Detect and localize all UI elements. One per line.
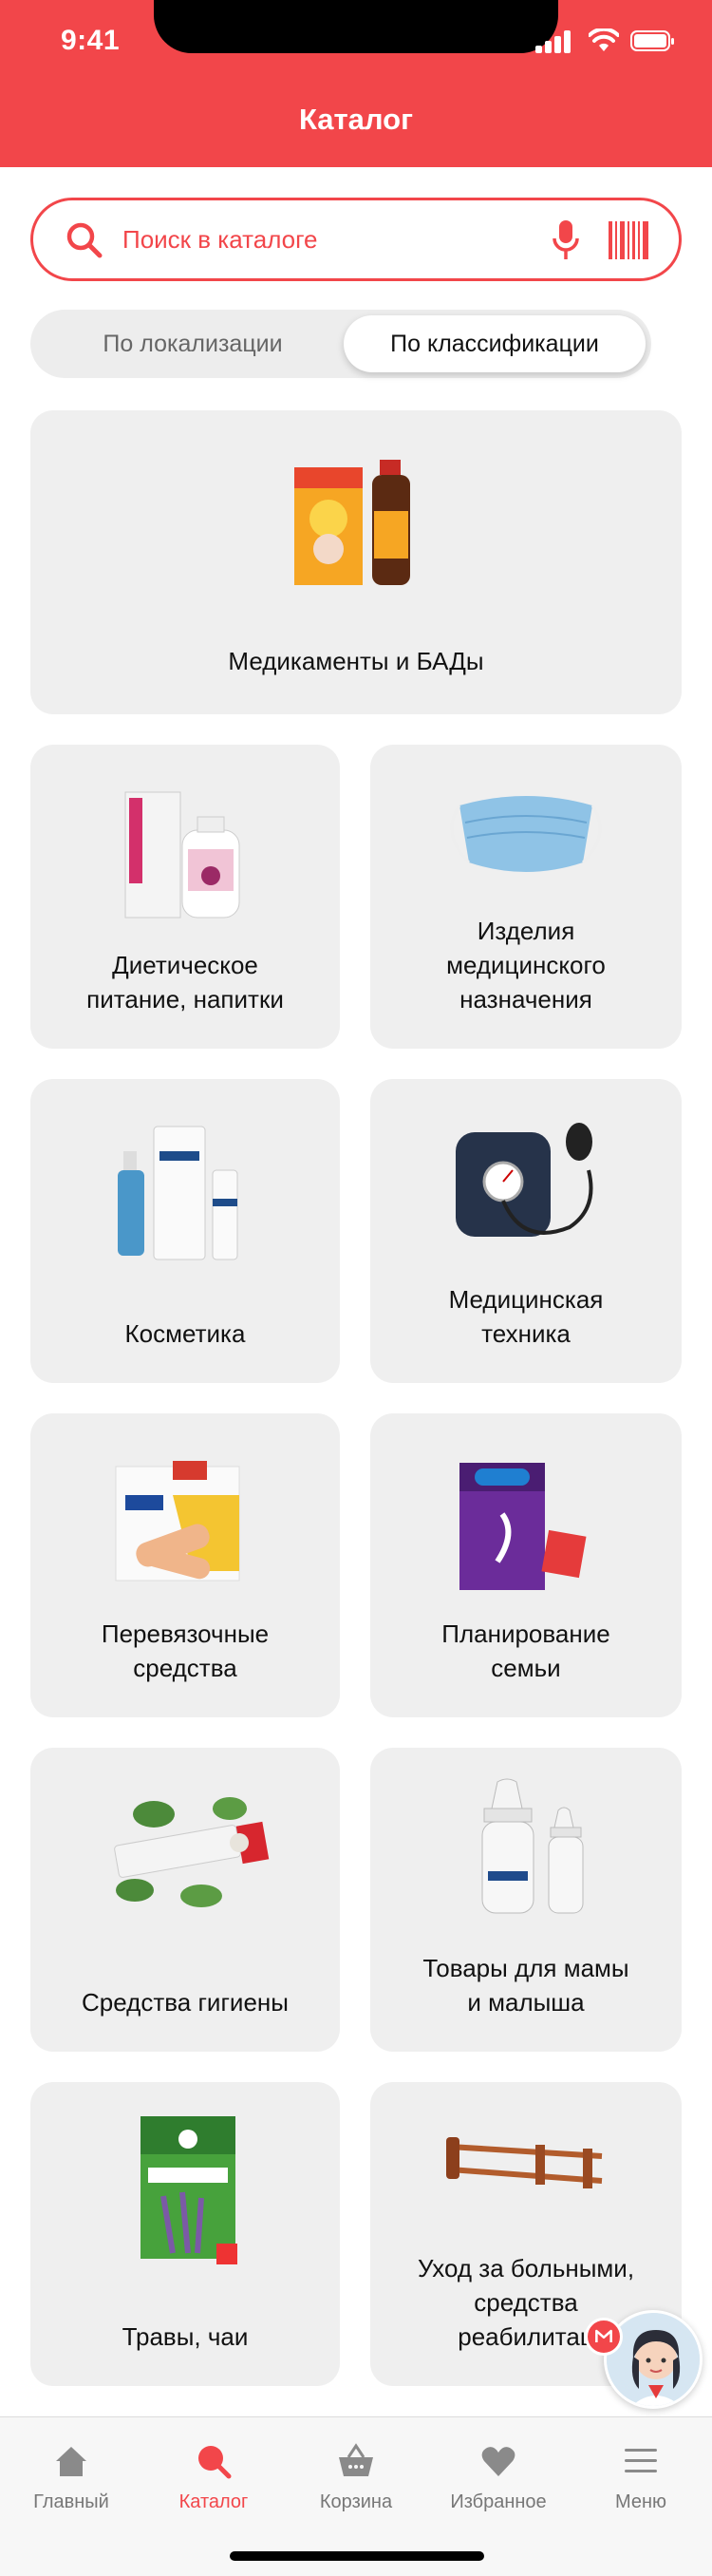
status-time: 9:41 [61,25,121,56]
menu-icon [625,2449,657,2472]
category-label: Изделия медицинского назначения [446,917,606,1013]
category-diet-nutrition[interactable]: Диетическое питание, напитки [30,745,340,1049]
category-family-planning[interactable]: Планирование семьи [370,1413,682,1717]
catalog-icon [198,2446,232,2479]
nav-favorites[interactable]: Избранное [427,2417,570,2531]
baby-bottle-image [481,1778,584,1914]
nav-catalog[interactable]: Каталог [142,2417,285,2531]
signal-icon [535,30,573,53]
category-dressings[interactable]: Перевязочные средства [30,1413,340,1717]
app-header: 9:41 Каталог [0,0,712,167]
category-medical-equipment[interactable]: Медицинская техника [370,1079,682,1383]
search-bar[interactable] [30,198,682,281]
battery-icon [630,30,674,51]
catalog-mode-switch: По локализации По классификации [30,310,651,378]
diet-drink-product-image [124,791,240,919]
basket-icon [339,2443,373,2476]
medicine-product-image [294,460,410,585]
assistant-avatar-icon [607,2313,700,2406]
category-label: Товары для мамы и малыша [422,1954,629,2017]
nav-home[interactable]: Главный [0,2417,142,2531]
nav-basket[interactable]: Корзина [285,2417,427,2531]
category-label: Средства гигиены [82,1988,289,2017]
category-hygiene[interactable]: Средства гигиены [30,1748,340,2052]
search-icon [66,222,103,258]
status-icons [535,28,678,55]
chat-badge-icon[interactable] [585,2318,623,2356]
category-label: Травы, чаи [122,2322,249,2351]
wifi-icon [589,28,619,51]
category-medical-products[interactable]: Изделия медицинского назначения [370,745,682,1049]
category-herbs-teas[interactable]: Травы, чаи [30,2082,340,2386]
nav-menu[interactable]: Меню [570,2417,712,2531]
home-icon [56,2447,86,2476]
category-label: Медицинская техника [448,1285,604,1348]
tab-by-classification[interactable]: По классификации [344,315,646,372]
heart-icon [481,2447,515,2476]
barcode-icon[interactable] [609,221,648,259]
category-medicines[interactable]: Медикаменты и БАДы [30,410,682,714]
herbal-tea-image [141,2116,237,2264]
cosmetics-image [118,1126,238,1260]
category-cosmetics[interactable]: Косметика [30,1079,340,1383]
search-input[interactable] [122,218,540,261]
crutches-image [446,2137,603,2188]
bandage-image [115,1461,240,1582]
condom-box-image [459,1463,587,1590]
category-label: Диетическое питание, напитки [86,951,284,1013]
category-label: Медикаменты и БАДы [228,647,484,675]
page-title: Каталог [298,103,414,136]
blood-pressure-monitor-image [456,1123,593,1237]
toothpaste-image [114,1797,270,1907]
category-label: Планирование семьи [441,1619,610,1682]
home-indicator [230,2551,484,2561]
category-label: Косметика [124,1319,246,1348]
microphone-icon[interactable] [552,219,580,261]
category-mother-baby[interactable]: Товары для мамы и малыша [370,1748,682,2052]
face-mask-image [450,796,602,872]
tab-by-localization[interactable]: По локализации [36,315,349,372]
category-label: Перевязочные средства [101,1619,270,1682]
device-notch [154,0,558,53]
